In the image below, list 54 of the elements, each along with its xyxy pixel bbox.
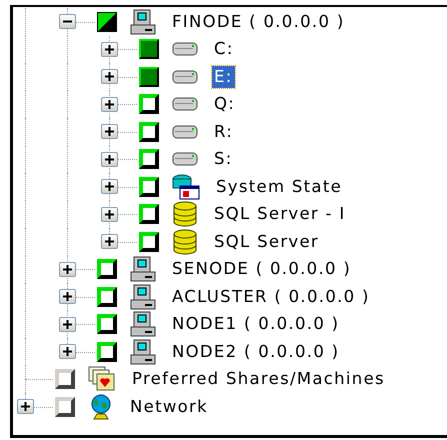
tree-item-label[interactable]: Q:: [212, 93, 238, 116]
tree-item-label[interactable]: ACLUSTER ( 0.0.0.0 ): [170, 286, 372, 308]
plus-icon: [105, 44, 114, 54]
expand-button[interactable]: [101, 69, 118, 84]
computer-icon: [130, 338, 156, 365]
drive-icon: [172, 152, 198, 166]
computer-icon: [130, 311, 156, 338]
tree-item-label[interactable]: S:: [212, 148, 235, 170]
tree-item-label[interactable]: E:: [212, 66, 235, 88]
expand-button[interactable]: [101, 96, 118, 112]
tree-item-label[interactable]: NODE2 ( 0.0.0.0 ): [170, 340, 342, 363]
tree-item-label[interactable]: R:: [212, 120, 236, 143]
computer-icon: [130, 284, 156, 310]
plus-icon: [105, 237, 114, 246]
tree-item-label[interactable]: SQL Server - I: [212, 203, 348, 226]
drive-icon: [172, 70, 198, 84]
tree-item-label[interactable]: NODE1 ( 0.0.0.0 ): [170, 313, 342, 336]
plus-icon: [105, 100, 114, 109]
plus-icon: [63, 320, 72, 329]
plus-icon: [105, 154, 114, 164]
tree-item-label[interactable]: SENODE ( 0.0.0.0 ): [170, 258, 354, 280]
plus-icon: [105, 72, 114, 82]
database-icon: [172, 228, 198, 255]
plus-icon: [105, 182, 114, 192]
expand-button[interactable]: [101, 152, 118, 167]
plus-icon: [63, 292, 72, 302]
expand-button[interactable]: [101, 234, 118, 250]
expand-button[interactable]: [101, 124, 118, 140]
tree-item-label[interactable]: SQL Server: [212, 230, 322, 253]
expand-button[interactable]: [101, 42, 118, 57]
expand-button[interactable]: [59, 262, 76, 277]
database-calendar-icon: [172, 174, 200, 200]
checkbox[interactable]: [97, 12, 117, 32]
collapse-button[interactable]: [59, 14, 76, 30]
computer-icon: [130, 8, 156, 35]
plus-icon: [105, 127, 114, 136]
expand-button[interactable]: [101, 179, 118, 194]
drive-icon: [172, 42, 198, 56]
stacked-screens-icon: [88, 366, 116, 392]
expand-button[interactable]: [101, 206, 118, 222]
expand-button[interactable]: [59, 316, 76, 332]
plus-icon: [105, 210, 114, 219]
expand-button[interactable]: [59, 344, 76, 360]
expand-button[interactable]: [59, 289, 76, 304]
drive-icon: [172, 97, 198, 112]
database-icon: [172, 201, 198, 228]
tree-item-label[interactable]: C:: [212, 38, 236, 60]
plus-icon: [63, 347, 72, 356]
plus-icon: [63, 264, 72, 274]
drive-icon: [172, 124, 198, 139]
plus-icon: [21, 402, 30, 412]
tree-item-label[interactable]: System State: [214, 176, 344, 198]
computer-icon: [130, 256, 156, 282]
tree-item-label[interactable]: FINODE ( 0.0.0.0 ): [170, 10, 347, 33]
